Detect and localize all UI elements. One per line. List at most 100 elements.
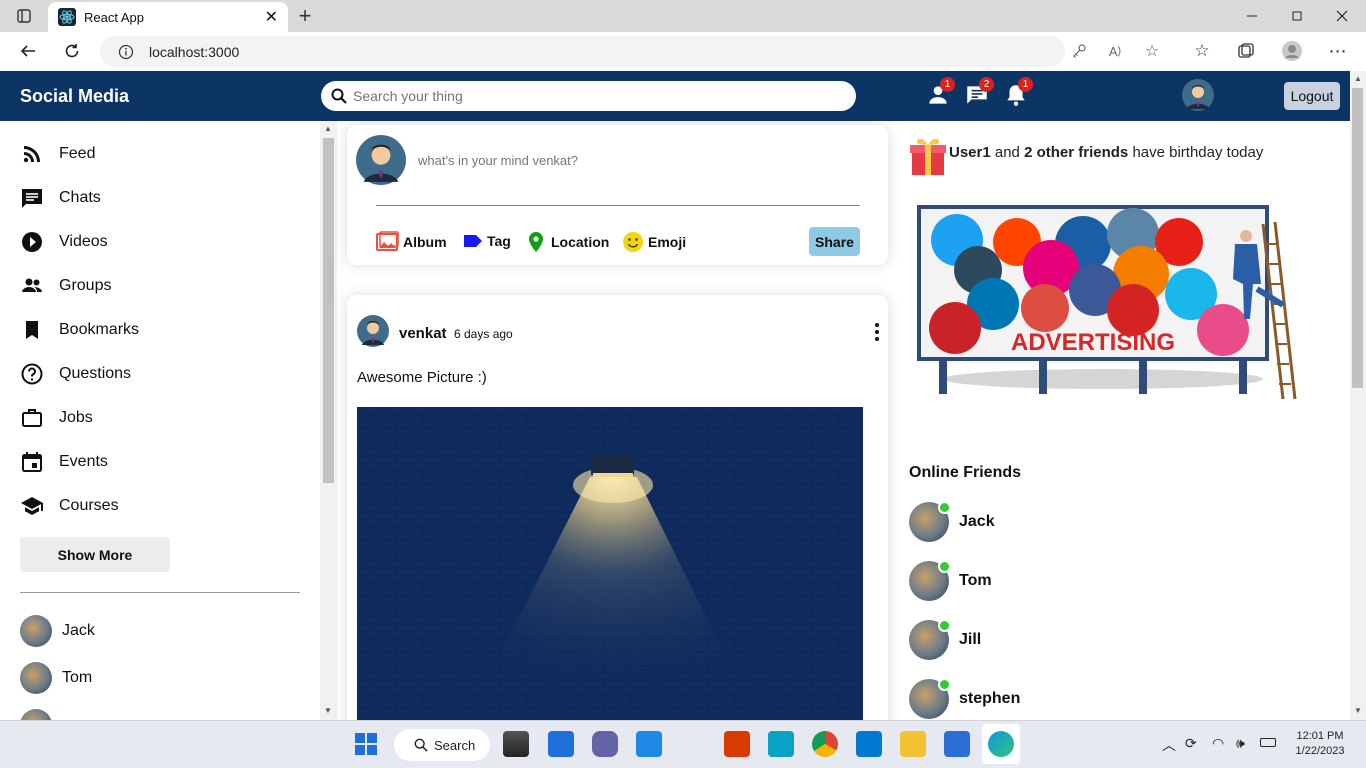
sidebar-item-groups[interactable]: Groups <box>20 271 111 301</box>
office-icon[interactable] <box>724 731 750 757</box>
share-option-tag[interactable]: Tag <box>463 233 511 249</box>
battery-icon[interactable] <box>1260 738 1276 747</box>
sidebar-item-bookmarks[interactable]: Bookmarks <box>20 315 139 345</box>
sidebar-item-chats[interactable]: Chats <box>20 183 101 213</box>
avatar <box>20 709 52 720</box>
mail-icon[interactable] <box>636 731 662 757</box>
read-aloud-icon[interactable]: A) <box>1099 35 1131 67</box>
remote-desktop-icon[interactable] <box>768 731 794 757</box>
location-pin-icon <box>529 232 543 252</box>
clock[interactable]: 12:01 PM 1/22/2023 <box>1288 729 1352 759</box>
new-tab-icon[interactable]: + <box>289 0 321 32</box>
show-more-button[interactable]: Show More <box>20 537 170 572</box>
taskbar-search-label: Search <box>434 737 476 753</box>
info-icon[interactable] <box>118 44 134 60</box>
notepad-icon[interactable] <box>944 731 970 757</box>
bookmark-icon <box>26 321 38 339</box>
user-avatar[interactable] <box>1182 79 1214 111</box>
share-option-emoji[interactable]: Emoji <box>622 231 686 253</box>
onedrive-sync-icon[interactable]: ⟳ <box>1185 735 1197 752</box>
sidebar-friend[interactable]: Jack <box>20 615 95 647</box>
back-icon[interactable] <box>12 35 44 67</box>
task-view-icon[interactable] <box>503 731 529 757</box>
post-author-avatar[interactable] <box>357 315 389 347</box>
gift-icon <box>910 135 946 177</box>
edge-icon[interactable] <box>988 731 1014 757</box>
post-time: 6 days ago <box>454 327 513 341</box>
windows-start-icon[interactable] <box>355 733 377 755</box>
share-divider <box>376 205 860 206</box>
search-input[interactable] <box>353 88 833 104</box>
online-friend[interactable]: stephen <box>909 678 1021 719</box>
tab-actions-icon[interactable] <box>8 0 40 32</box>
chevron-up-icon[interactable]: ︿ <box>1162 735 1176 755</box>
wifi-icon[interactable]: ◠ <box>1212 735 1224 752</box>
sidebar-scrollbar-thumb[interactable] <box>323 138 334 483</box>
post-username[interactable]: venkat <box>399 325 447 342</box>
advertising-image[interactable]: ADVERTISING <box>913 204 1303 404</box>
volume-icon[interactable]: 🕪 <box>1236 735 1245 752</box>
avatar <box>20 662 52 694</box>
logout-button[interactable]: Logout <box>1284 82 1340 110</box>
share-option-album[interactable]: Album <box>376 231 447 253</box>
online-friends-title: Online Friends <box>909 464 1022 481</box>
sidebar-item-videos[interactable]: Videos <box>20 227 108 257</box>
sidebar-item-label: Chats <box>59 189 101 206</box>
online-friend[interactable]: Jack <box>909 501 995 542</box>
avatar <box>909 560 951 601</box>
search-bar[interactable] <box>321 81 856 111</box>
messages-badge: 2 <box>979 77 994 92</box>
add-favorite-icon[interactable]: ☆ <box>1136 35 1168 67</box>
teams-chat-icon[interactable] <box>592 731 618 757</box>
sidebar-item-courses[interactable]: Courses <box>20 491 119 521</box>
friend-name: Jack <box>62 622 95 639</box>
ad-text: ADVERTISING <box>1011 329 1175 356</box>
page-scroll-up-icon[interactable]: ▲ <box>1354 74 1362 83</box>
sidebar-item-feed[interactable]: Feed <box>20 139 95 169</box>
brand-logo[interactable]: Social Media <box>20 86 129 107</box>
sidebar-friend[interactable]: Tom <box>20 662 92 694</box>
share-option-label: Album <box>403 234 447 250</box>
file-explorer-icon[interactable] <box>900 731 926 757</box>
vscode-icon[interactable] <box>856 731 882 757</box>
widgets-icon[interactable] <box>548 731 574 757</box>
post-image[interactable] <box>357 407 863 720</box>
sidebar-item-questions[interactable]: Questions <box>20 359 131 389</box>
favorites-icon[interactable]: ☆ <box>1186 35 1218 67</box>
share-option-location[interactable]: Location <box>527 231 609 253</box>
emoji-icon <box>623 232 643 252</box>
sidebar-item-label: Courses <box>59 497 119 514</box>
chrome-icon[interactable] <box>812 731 838 757</box>
taskbar-search[interactable]: Search <box>394 729 490 761</box>
scroll-down-icon[interactable]: ▼ <box>324 706 332 715</box>
sidebar-item-jobs[interactable]: Jobs <box>20 403 93 433</box>
avatar <box>909 501 951 542</box>
page-scroll-down-icon[interactable]: ▼ <box>1354 706 1362 715</box>
rss-icon <box>23 146 40 163</box>
minimize-icon[interactable] <box>1236 0 1268 32</box>
collections-icon[interactable] <box>1230 35 1262 67</box>
birthday-rest: have birthday today <box>1132 144 1264 161</box>
profile-icon[interactable] <box>1276 35 1308 67</box>
more-options-icon[interactable]: ⋯ <box>1322 35 1354 67</box>
page-scrollbar-thumb[interactable] <box>1352 88 1363 388</box>
share-input[interactable] <box>418 150 858 170</box>
share-avatar <box>356 135 406 185</box>
maximize-icon[interactable] <box>1281 0 1313 32</box>
share-option-label: Emoji <box>648 234 687 250</box>
sidebar-item-events[interactable]: Events <box>20 447 108 477</box>
post-menu-icon[interactable] <box>868 321 886 343</box>
close-window-icon[interactable] <box>1326 0 1358 32</box>
browser-tab[interactable]: React App ✕ <box>48 2 288 32</box>
reload-icon[interactable] <box>56 35 88 67</box>
share-button[interactable]: Share <box>809 227 860 256</box>
online-friend[interactable]: Tom <box>909 560 992 601</box>
online-friend-name: stephen <box>959 690 1021 707</box>
sidebar-item-label: Videos <box>59 233 108 250</box>
briefcase-icon <box>22 409 42 427</box>
scroll-up-icon[interactable]: ▲ <box>324 124 332 133</box>
close-tab-icon[interactable]: ✕ <box>265 7 278 27</box>
address-bar[interactable]: localhost:3000 <box>100 36 1065 67</box>
online-friend[interactable]: Jill <box>909 619 981 660</box>
key-icon[interactable] <box>1063 35 1095 67</box>
